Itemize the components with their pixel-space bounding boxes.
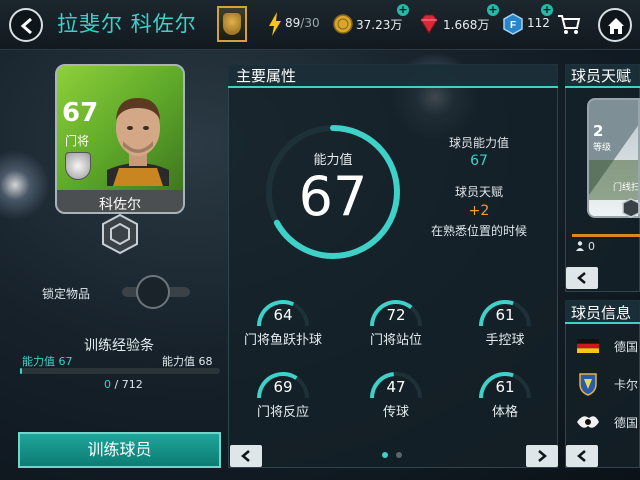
- next-page-button[interactable]: [526, 445, 558, 467]
- fifa-points-value: 112: [527, 16, 550, 30]
- page-title: 拉斐尔 科佐尔: [57, 12, 197, 36]
- stat-label: 门将鱼跃扑球: [243, 333, 322, 348]
- fifa-points-icon: F: [503, 13, 523, 35]
- info-prev-button[interactable]: [566, 445, 598, 467]
- stat-value: 47: [386, 378, 406, 396]
- train-player-button[interactable]: 训练球员: [18, 432, 221, 468]
- shopping-cart-icon[interactable]: [557, 14, 581, 36]
- card-rating: 67: [62, 98, 99, 128]
- info-club: 卡尔: [614, 378, 639, 392]
- card-position: 门将: [65, 134, 90, 148]
- talent-progress-bar: [572, 234, 640, 237]
- stat-label: 体格: [491, 405, 518, 420]
- chevron-right-icon: [538, 450, 547, 462]
- training-xp-title: 训练经验条: [84, 338, 154, 354]
- add-gems-button[interactable]: +: [487, 4, 499, 16]
- info-nationality: 德国: [614, 340, 639, 354]
- player-info-title: 球员信息: [571, 304, 632, 322]
- coin-icon: [333, 14, 353, 34]
- talent-label: 球员天赋: [454, 185, 503, 199]
- training-progress-track: [20, 368, 220, 374]
- talent-badge-icon: [622, 198, 640, 218]
- stadium-light: [0, 150, 50, 220]
- card-player-name: 科佐尔: [99, 197, 141, 213]
- talent-value: +2: [468, 203, 490, 219]
- info-league: 德国: [614, 416, 639, 430]
- club-crest-icon[interactable]: [217, 6, 247, 42]
- chevron-left-icon: [241, 450, 250, 462]
- stat-value: 72: [386, 306, 406, 324]
- talent-level-number: 2: [593, 122, 604, 140]
- back-button[interactable]: [9, 8, 43, 42]
- training-current-rating: 能力值 67: [22, 355, 73, 368]
- stat-label: 门将反应: [256, 405, 309, 420]
- training-xp-current: 0: [104, 378, 111, 391]
- stat-label: 门将站位: [369, 333, 422, 348]
- stat-value: 61: [495, 378, 515, 396]
- talent-description: 在熟悉位置的时候: [430, 224, 527, 238]
- stat-value: 61: [495, 306, 515, 324]
- page-indicator-dot: [382, 452, 388, 458]
- info-row-club: 卡尔: [566, 366, 640, 402]
- training-xp-max: 712: [121, 378, 143, 391]
- info-row-league: 德国: [566, 404, 640, 440]
- lock-item-label: 锁定物品: [42, 287, 91, 301]
- talent-panel-title: 球员天赋: [571, 67, 632, 85]
- svg-text:F: F: [510, 20, 516, 31]
- main-attributes-title: 主要属性: [236, 67, 297, 85]
- training-xp-count: 0 / 712: [104, 378, 143, 391]
- club-badge-icon: [65, 152, 91, 180]
- player-rating-label: 球员能力值: [448, 136, 509, 150]
- overall-ring-value: 67: [298, 165, 368, 228]
- prev-page-button[interactable]: [230, 445, 262, 467]
- stat-label: 手控球: [485, 333, 525, 348]
- germany-flag-icon: [577, 339, 599, 353]
- player-portrait: [107, 98, 169, 186]
- chevron-left-icon: [577, 450, 586, 462]
- stat-value: 69: [273, 378, 293, 396]
- club-crest-icon: [579, 373, 597, 396]
- talent-level-label: 等级: [593, 143, 612, 153]
- training-xp-separator: /: [111, 378, 122, 391]
- talent-prev-button[interactable]: [566, 267, 598, 289]
- training-next-rating: 能力值 68: [162, 355, 213, 368]
- stamina-readout: 89/30: [285, 16, 320, 30]
- card-quality-badge-icon: [102, 214, 138, 254]
- chevron-left-icon: [577, 272, 586, 284]
- talent-count: 0: [588, 240, 595, 253]
- add-points-button[interactable]: +: [541, 4, 553, 16]
- info-row-nationality: 德国: [566, 328, 640, 364]
- stamina-max: /30: [300, 16, 320, 30]
- league-logo-icon: [577, 416, 599, 428]
- stamina-current: 89: [285, 16, 301, 30]
- gems-value: 1.668万: [443, 18, 490, 32]
- player-rating-value: 67: [470, 153, 488, 169]
- chevron-left-icon: [20, 17, 32, 35]
- coins-value: 37.23万: [356, 18, 403, 32]
- training-progress-fill: [20, 368, 22, 374]
- player-card[interactable]: 67 门将 科佐尔: [55, 64, 185, 214]
- lightning-icon: [269, 12, 281, 36]
- page-indicator-dot: [396, 452, 402, 458]
- home-icon: [608, 18, 624, 34]
- add-coins-button[interactable]: +: [397, 4, 409, 16]
- gem-icon: [420, 14, 438, 34]
- stat-value: 64: [273, 306, 293, 324]
- stat-label: 传球: [382, 405, 409, 420]
- talent-footer-text: 门线扫: [613, 183, 640, 193]
- person-icon: [576, 241, 584, 251]
- lock-toggle-knob[interactable]: [136, 275, 170, 309]
- home-button[interactable]: [598, 8, 632, 42]
